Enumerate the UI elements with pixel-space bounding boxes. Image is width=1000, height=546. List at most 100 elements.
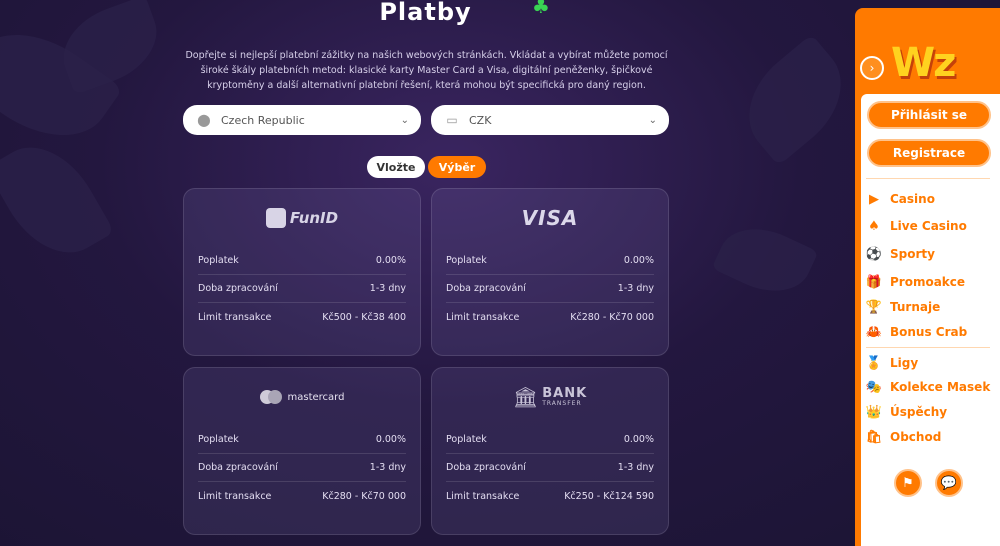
brand-logo[interactable]: Wz (891, 40, 956, 86)
fee-row: Poplatek 0.00% (446, 426, 654, 454)
location-pin-icon: ⬤ (197, 113, 211, 127)
sidebar-item-label: Casino (890, 192, 935, 206)
shop-icon: 🛍 (865, 429, 883, 445)
sidebar-item-live-casino[interactable]: ♠ Live Casino (864, 215, 994, 237)
bank-logo-subtext: TRANSFER (542, 399, 582, 407)
page-description: Dopřejte si nejlepší platební zážitky na… (185, 50, 668, 91)
fee-label: Poplatek (198, 434, 239, 445)
limit-row: Limit transakce Kč500 - Kč38 400 (198, 303, 406, 331)
processing-time-value: 1-3 dny (617, 462, 654, 473)
sidebar-item-bonus-crab[interactable]: 🦀 Bonus Crab (864, 321, 994, 343)
fee-row: Poplatek 0.00% (446, 247, 654, 275)
mastercard-logo: mastercard (184, 368, 420, 426)
payment-card-bank-transfer[interactable]: 🏛 BANK TRANSFER Poplatek 0.00% Doba zpraco… (431, 367, 669, 535)
funid-logo: FunID (184, 189, 420, 247)
live-casino-icon: ♠ (868, 218, 880, 234)
page-title: Platby (379, 0, 472, 26)
funid-logo-icon (265, 208, 286, 228)
processing-time-row: Doba zpracování 1-3 dny (198, 454, 406, 482)
fee-value: 0.00% (375, 434, 406, 445)
chat-icon: 💬 (940, 475, 958, 491)
funid-logo-text: FunID (289, 209, 339, 227)
limit-value: Kč280 - Kč70 000 (570, 311, 654, 323)
payment-card-funid[interactable]: FunID Poplatek 0.00% Doba zpracování 1-3 d… (183, 188, 421, 356)
limit-label: Limit transakce (446, 490, 520, 502)
fee-row: Poplatek 0.00% (198, 247, 406, 275)
gift-icon: 🎁 (865, 274, 883, 290)
processing-time-row: Doba zpracování 1-3 dny (446, 275, 654, 303)
fee-label: Poplatek (446, 255, 487, 266)
sidebar-item-label: Bonus Crab (890, 325, 968, 339)
limit-row: Limit transakce Kč280 - Kč70 000 (446, 303, 654, 331)
processing-time-value: 1-3 dny (369, 283, 406, 294)
crab-icon: 🦀 (865, 324, 883, 340)
country-select[interactable]: ⬤ Czech Republic ⌄ (183, 105, 421, 135)
limit-label: Limit transakce (198, 490, 272, 502)
chevron-down-icon: ⌄ (648, 114, 657, 126)
processing-time-label: Doba zpracování (446, 283, 526, 294)
visa-logo: VISA (432, 189, 668, 247)
bank-transfer-logo: 🏛 BANK TRANSFER (432, 368, 668, 426)
sidebar-item-label: Ligy (890, 356, 919, 370)
mask-icon: 🎭 (865, 379, 883, 395)
payment-card-mastercard[interactable]: mastercard Poplatek 0.00% Doba zpracování… (183, 367, 421, 535)
login-button[interactable]: Přihlásit se (867, 101, 991, 129)
sidebar-item-tournaments[interactable]: 🏆 Turnaje (864, 296, 994, 318)
processing-time-label: Doba zpracování (446, 462, 526, 473)
sidebar-item-achievements[interactable]: 👑 Úspěchy (864, 401, 994, 423)
chevron-right-icon: › (869, 61, 875, 75)
sidebar-item-sports[interactable]: ⚽ Sporty (864, 243, 994, 265)
clover-icon: ♣ (532, 0, 550, 18)
chat-button[interactable]: 💬 (935, 469, 963, 497)
sidebar-item-label: Turnaje (890, 300, 941, 314)
sidebar-item-mask-collection[interactable]: 🎭 Kolekce Masek (864, 376, 994, 398)
limit-label: Limit transakce (446, 311, 520, 323)
deposit-tab[interactable]: Vložte (367, 156, 425, 178)
register-button[interactable]: Registrace (867, 139, 991, 167)
main-content: Platby ♣ Dopřejte si nejlepší platební z… (0, 0, 855, 546)
limit-row: Limit transakce Kč280 - Kč70 000 (198, 482, 406, 510)
chevron-down-icon: ⌄ (400, 114, 409, 126)
money-icon: ▭ (446, 113, 458, 127)
fee-value: 0.00% (623, 255, 654, 266)
country-value: Czech Republic (221, 113, 305, 127)
mastercard-logo-text: mastercard (287, 391, 345, 403)
limit-label: Limit transakce (198, 311, 272, 323)
sidebar-divider (866, 178, 990, 179)
sidebar-item-label: Úspěchy (890, 405, 948, 419)
casino-icon: ▶ (869, 191, 879, 207)
sidebar-item-shop[interactable]: 🛍 Obchod (864, 426, 994, 448)
sidebar-item-label: Live Casino (890, 219, 967, 233)
fee-value: 0.00% (623, 434, 654, 445)
sidebar-item-casino[interactable]: ▶ Casino (864, 188, 994, 210)
processing-time-value: 1-3 dny (369, 462, 406, 473)
limit-row: Limit transakce Kč250 - Kč124 590 (446, 482, 654, 510)
sidebar-divider (866, 347, 990, 348)
bank-icon: 🏛 (512, 385, 539, 409)
currency-select[interactable]: ▭ CZK ⌄ (431, 105, 669, 135)
processing-time-row: Doba zpracování 1-3 dny (198, 275, 406, 303)
processing-time-label: Doba zpracování (198, 283, 278, 294)
limit-value: Kč280 - Kč70 000 (322, 490, 406, 502)
mastercard-circle-icon (267, 390, 282, 404)
crown-icon: 👑 (865, 404, 883, 420)
fee-label: Poplatek (446, 434, 487, 445)
sidebar-item-label: Obchod (890, 430, 942, 444)
sidebar-item-label: Promoakce (890, 275, 966, 289)
sidebar-item-promotions[interactable]: 🎁 Promoakce (864, 271, 994, 293)
sidebar-toggle-button[interactable]: › (860, 56, 884, 80)
league-icon: 🏅 (865, 355, 883, 371)
payment-card-visa[interactable]: VISA Poplatek 0.00% Doba zpracování 1-3 dn… (431, 188, 669, 356)
fee-value: 0.00% (375, 255, 406, 266)
processing-time-value: 1-3 dny (617, 283, 654, 294)
trophy-icon: 🏆 (865, 299, 883, 315)
processing-time-row: Doba zpracování 1-3 dny (446, 454, 654, 482)
processing-time-label: Doba zpracování (198, 462, 278, 473)
sidebar-item-leagues[interactable]: 🏅 Ligy (864, 352, 994, 374)
limit-value: Kč250 - Kč124 590 (564, 490, 654, 502)
currency-value: CZK (469, 113, 492, 127)
limit-value: Kč500 - Kč38 400 (322, 311, 406, 323)
fee-label: Poplatek (198, 255, 239, 266)
withdraw-tab[interactable]: Výběr (428, 156, 486, 178)
language-button[interactable]: ⚑ (894, 469, 922, 497)
